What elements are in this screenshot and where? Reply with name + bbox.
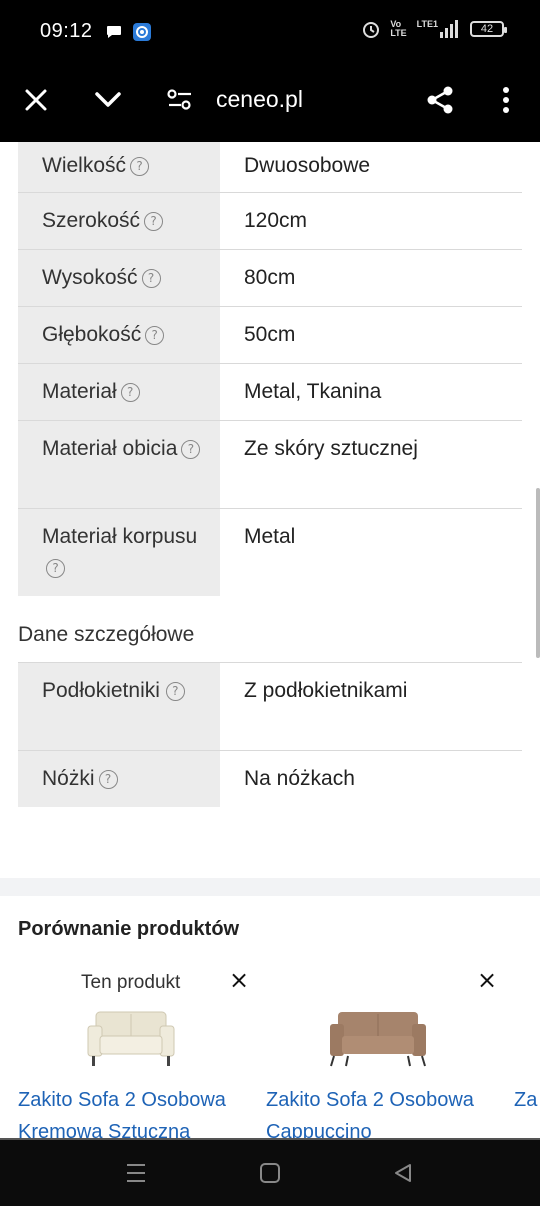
- status-time: 09:12: [40, 20, 93, 42]
- close-icon[interactable]: ×: [475, 968, 499, 992]
- table-row: Głębokość? 50cm: [18, 307, 522, 364]
- product-link[interactable]: Za Os: [514, 1084, 540, 1116]
- more-vert-icon[interactable]: [488, 82, 524, 118]
- comparison-title: Porównanie produktów: [18, 918, 240, 940]
- product-link[interactable]: Zakito Sofa 2 Osobowa Kremowa Sztuczna: [18, 1084, 258, 1138]
- table-row: Szerokość? 120cm: [18, 193, 522, 250]
- app-notification-icon: [133, 23, 151, 41]
- share-icon[interactable]: [422, 82, 458, 118]
- section-divider: [0, 878, 540, 896]
- section-title: Dane szczegółowe: [18, 623, 195, 646]
- sofa-image[interactable]: [328, 1008, 428, 1070]
- help-icon[interactable]: ?: [130, 157, 150, 176]
- this-product-label: Ten produkt: [81, 972, 181, 993]
- spec-table: Wielkość? Dwuosobowe Szerokość? 120cm Wy…: [18, 142, 522, 596]
- help-icon[interactable]: ?: [120, 383, 140, 402]
- alarm-icon: [363, 22, 380, 38]
- battery-icon: 42: [470, 21, 507, 37]
- table-row: Wielkość? Dwuosobowe: [18, 142, 522, 193]
- help-icon[interactable]: ?: [98, 770, 118, 789]
- scrollbar[interactable]: [536, 488, 540, 658]
- help-icon[interactable]: ?: [145, 326, 165, 345]
- close-icon[interactable]: [18, 82, 54, 118]
- comparison-product: Za Os: [514, 968, 540, 1138]
- help-icon[interactable]: ?: [46, 559, 65, 578]
- tune-icon[interactable]: [162, 82, 198, 118]
- chat-bubble-icon: [107, 26, 121, 38]
- volte-icon: Vo LTE: [390, 19, 407, 38]
- home-icon[interactable]: [259, 1162, 281, 1184]
- comparison-product: × Zakito Sofa 2 Osobowa Cappuccino: [266, 968, 506, 1138]
- help-icon[interactable]: ?: [141, 269, 161, 288]
- help-icon[interactable]: ?: [181, 440, 201, 459]
- recent-apps-icon[interactable]: [124, 1162, 148, 1184]
- status-bar: 09:12 Vo LTE LTE1 42: [0, 0, 540, 62]
- browser-toolbar: ceneo.pl: [0, 62, 540, 142]
- sofa-image[interactable]: [86, 1008, 176, 1070]
- chevron-down-icon[interactable]: [90, 82, 126, 118]
- url-bar[interactable]: ceneo.pl: [216, 86, 303, 113]
- help-icon[interactable]: ?: [144, 212, 164, 231]
- table-row: Wysokość? 80cm: [18, 250, 522, 307]
- table-row: Materiał korpusu? Metal: [18, 509, 522, 596]
- signal-icon: LTE1: [417, 20, 460, 38]
- table-row: Nóżki? Na nóżkach: [18, 751, 522, 807]
- system-nav-bar: [0, 1138, 540, 1206]
- help-icon[interactable]: ?: [165, 682, 185, 701]
- close-icon[interactable]: ×: [227, 968, 251, 992]
- back-icon[interactable]: [392, 1162, 414, 1184]
- table-row: Materiał? Metal, Tkanina: [18, 364, 522, 421]
- page-content: Wielkość? Dwuosobowe Szerokość? 120cm Wy…: [0, 142, 540, 1138]
- product-link[interactable]: Zakito Sofa 2 Osobowa Cappuccino: [266, 1084, 506, 1138]
- table-row: Podłokietniki ? Z podłokietnikami: [18, 663, 522, 751]
- details-table: Podłokietniki ? Z podłokietnikami Nóżki?…: [18, 663, 522, 807]
- comparison-product: Ten produkt × Zakito Sofa 2 Osobowa Krem…: [18, 968, 258, 1138]
- table-row: Materiał obicia? Ze skóry sztucznej: [18, 421, 522, 509]
